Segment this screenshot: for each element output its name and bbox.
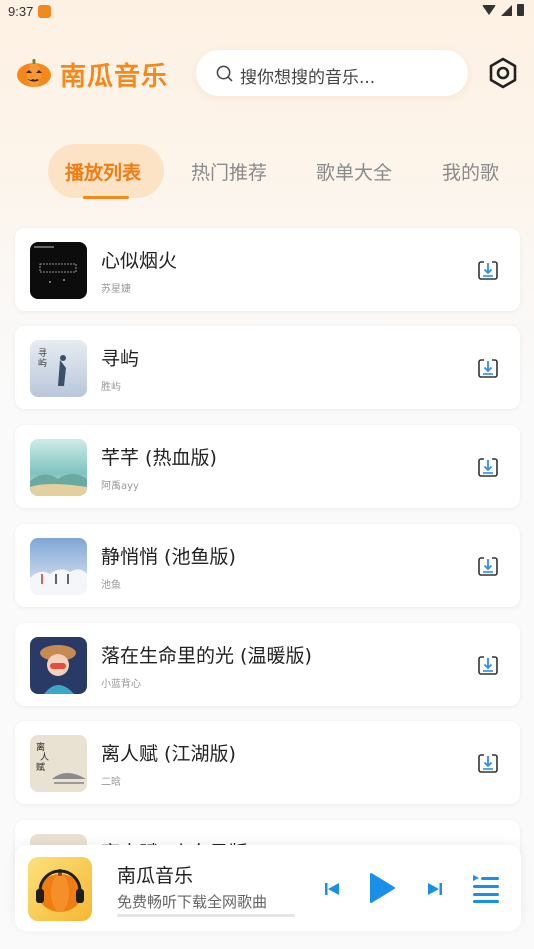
download-icon[interactable] [477, 654, 499, 676]
album-cover [30, 439, 87, 496]
notification-icon [38, 5, 51, 18]
song-item[interactable]: 芊芊 (热血版) 阿禹ayy [15, 425, 520, 508]
tab-hot-recommend[interactable]: 热门推荐 [191, 158, 267, 185]
pumpkin-headphones-icon [36, 869, 84, 912]
player-title: 南瓜音乐 [117, 865, 194, 887]
header: 南瓜音乐 搜你想搜的音乐... [0, 46, 534, 102]
song-title: 心似烟火 [101, 250, 178, 272]
download-icon[interactable] [477, 259, 499, 281]
next-icon[interactable] [427, 881, 443, 897]
status-icons [482, 4, 524, 16]
download-icon[interactable] [477, 752, 499, 774]
song-artist: 池鱼 [101, 580, 121, 591]
song-title: 落在生命里的光 (温暖版) [101, 645, 312, 667]
song-title: 静悄悄 (池鱼版) [101, 546, 236, 568]
mini-player[interactable]: 南瓜音乐 免费畅听下载全网歌曲 [15, 845, 521, 931]
playlist-icon[interactable] [471, 873, 501, 903]
song-artist: 小蓝背心 [101, 679, 141, 690]
album-cover [30, 242, 87, 299]
status-time: 9:37 [8, 4, 34, 19]
tab-my-songs[interactable]: 我的歌 [442, 158, 499, 185]
download-icon[interactable] [477, 357, 499, 379]
song-item[interactable]: 静悄悄 (池鱼版) 池鱼 [15, 524, 520, 607]
app-name: 南瓜音乐 [60, 62, 169, 92]
song-item[interactable]: 落在生命里的光 (温暖版) 小蓝背心 [15, 623, 520, 706]
download-icon[interactable] [477, 555, 499, 577]
tab-active-indicator [83, 196, 129, 199]
svg-text:赋: 赋 [36, 762, 45, 773]
song-item[interactable]: 离 人 赋 离人赋 (江湖版) 二晗 [15, 721, 520, 804]
player-album-art [28, 857, 92, 921]
album-cover: 寻 屿 [30, 340, 87, 397]
song-title: 芊芊 (热血版) [101, 447, 217, 469]
song-item[interactable]: 寻 屿 寻屿 胜屿 [15, 326, 520, 409]
song-artist: 苏星婕 [101, 284, 131, 295]
search-input[interactable]: 搜你想搜的音乐... [196, 50, 468, 96]
album-cover [30, 637, 87, 694]
play-icon[interactable] [368, 872, 396, 904]
song-artist: 阿禹ayy [101, 481, 139, 492]
svg-text:屿: 屿 [38, 358, 47, 369]
wifi-icon [482, 5, 496, 15]
player-subtitle: 免费畅听下载全网歌曲 [117, 893, 268, 911]
album-cover: 离 人 赋 [30, 735, 87, 792]
svg-text:人: 人 [40, 752, 49, 763]
previous-icon[interactable] [324, 881, 340, 897]
tab-playlist-collection[interactable]: 歌单大全 [316, 158, 392, 185]
svg-text:离: 离 [36, 741, 45, 753]
status-bar: 9:37 [0, 0, 534, 24]
song-item[interactable]: 心似烟火 苏星婕 [15, 228, 520, 311]
album-cover [30, 538, 87, 595]
tab-bar: 播放列表 热门推荐 歌单大全 我的歌 [0, 140, 534, 202]
search-placeholder: 搜你想搜的音乐... [240, 68, 376, 88]
signal-icon [501, 4, 512, 16]
progress-bar[interactable] [117, 914, 295, 917]
search-icon [216, 65, 233, 82]
song-artist: 胜屿 [101, 382, 121, 393]
tab-playlist[interactable]: 播放列表 [65, 158, 141, 185]
song-title: 寻屿 [101, 348, 140, 370]
pumpkin-icon [17, 59, 51, 87]
settings-icon[interactable] [486, 56, 520, 90]
svg-text:寻: 寻 [38, 348, 47, 359]
download-icon[interactable] [477, 456, 499, 478]
battery-icon [517, 4, 524, 16]
song-artist: 二晗 [101, 777, 121, 788]
song-title: 离人赋 (江湖版) [101, 743, 236, 765]
